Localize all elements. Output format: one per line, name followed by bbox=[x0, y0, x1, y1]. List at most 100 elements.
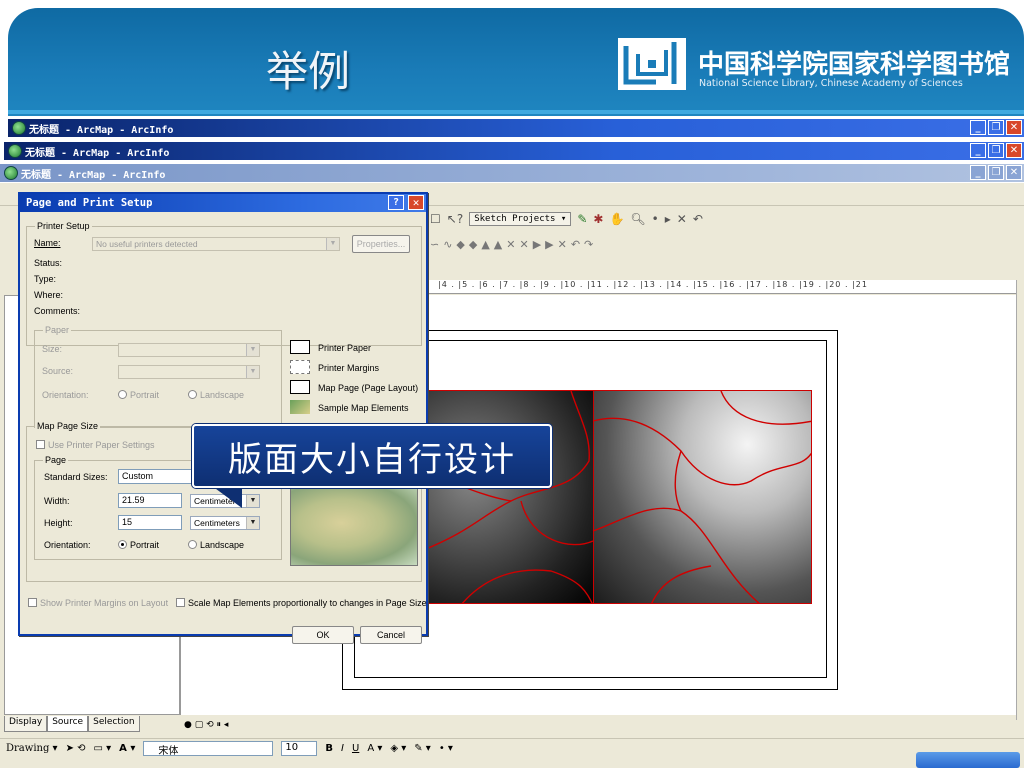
edit-sketch-icon[interactable]: ✎ bbox=[577, 212, 587, 226]
page-print-setup-dialog: Page and Print Setup ? ✕ Printer Setup N… bbox=[18, 192, 428, 644]
paper-source-select[interactable]: ▼ bbox=[118, 365, 260, 379]
restore-button[interactable]: ❐ bbox=[988, 120, 1004, 135]
line-color-icon[interactable]: ✎ ▾ bbox=[414, 743, 431, 754]
restore-button[interactable]: ❐ bbox=[988, 165, 1004, 180]
page-portrait-label: Portrait bbox=[130, 540, 160, 550]
window-titlebar-3[interactable]: 无标题 - ArcMap - ArcInfo _ ❐ ✕ bbox=[0, 164, 1024, 182]
checkbox-icon bbox=[36, 440, 45, 449]
undo-icon[interactable]: ↶ bbox=[693, 212, 703, 226]
arcmap-globe-icon bbox=[12, 121, 26, 135]
checkbox-icon bbox=[176, 598, 185, 607]
dialog-titlebar[interactable]: Page and Print Setup ? ✕ bbox=[20, 194, 426, 212]
radio-icon bbox=[188, 540, 197, 549]
sketch-tools-icon[interactable]: ∽∿◆◆▲▲✕✕▶▶✕↶↷ bbox=[430, 238, 597, 251]
paper-legend: Paper bbox=[43, 325, 72, 335]
dot-icon[interactable]: • bbox=[652, 212, 659, 226]
text-tool-icon[interactable]: A ▾ bbox=[119, 743, 135, 754]
show-margins-checkbox[interactable]: Show Printer Margins on Layout bbox=[28, 598, 168, 608]
bold-button[interactable]: B bbox=[325, 743, 333, 754]
vertical-scrollbar[interactable] bbox=[1016, 280, 1024, 720]
window-titlebar-2[interactable]: 无标题 - ArcMap - ArcInfo _ ❐ ✕ bbox=[4, 142, 1024, 160]
whats-this-icon[interactable]: ↖? bbox=[447, 212, 463, 226]
italic-button[interactable]: I bbox=[341, 743, 344, 754]
font-color-icon[interactable]: A ▾ bbox=[367, 743, 382, 754]
scale-elements-checkbox[interactable]: Scale Map Elements proportionally to cha… bbox=[176, 598, 427, 608]
select-elements-icon[interactable]: ➤ ⟲ bbox=[66, 743, 86, 754]
map-frame[interactable] bbox=[420, 390, 812, 604]
minimize-button[interactable]: _ bbox=[970, 143, 986, 158]
page-landscape-label: Landscape bbox=[200, 540, 245, 550]
printer-paper-swatch bbox=[290, 340, 310, 354]
view-switch-bar: ● ▢ ⟲ ⏸ ◂ bbox=[184, 720, 1016, 734]
height-input[interactable]: 15 bbox=[118, 515, 182, 530]
data-view-icon[interactable]: ● ▢ ⟲ ⏸ ◂ bbox=[184, 720, 228, 730]
sketch-tool-icon[interactable]: ✱ bbox=[593, 212, 603, 226]
close-button[interactable]: ✕ bbox=[1006, 165, 1022, 180]
tab-source[interactable]: Source bbox=[47, 716, 89, 732]
paper-portrait-label: Portrait bbox=[130, 390, 160, 400]
chevron-down-icon: ▼ bbox=[246, 344, 259, 356]
scale-elements-label: Scale Map Elements proportionally to cha… bbox=[188, 598, 427, 608]
printer-name-label: Name: bbox=[34, 238, 61, 248]
printer-margins-legend: Printer Margins bbox=[318, 363, 380, 373]
font-select[interactable]: 宋体 bbox=[143, 741, 274, 757]
fill-color-icon[interactable]: ◈ ▾ bbox=[390, 743, 406, 754]
minimize-button[interactable]: _ bbox=[970, 165, 986, 180]
sample-elements-legend: Sample Map Elements bbox=[318, 403, 409, 413]
sample-elements-swatch bbox=[290, 400, 310, 414]
sketch-toolbar: ∽∿◆◆▲▲✕✕▶▶✕↶↷ bbox=[430, 233, 1024, 255]
window-titlebar-1[interactable]: 无标题 - ArcMap - ArcInfo _ ❐ ✕ bbox=[8, 119, 1024, 137]
close-button[interactable]: ✕ bbox=[1006, 120, 1022, 135]
header-divider bbox=[8, 110, 1024, 114]
page-landscape-radio[interactable]: Landscape bbox=[188, 540, 244, 550]
help-button[interactable]: ? bbox=[388, 195, 404, 210]
logo-chinese-name: 中国科学院国家科学图书馆 bbox=[698, 50, 1011, 80]
tab-display[interactable]: Display bbox=[4, 716, 48, 732]
new-doc-icon[interactable]: ☐ bbox=[430, 212, 441, 226]
callout-text: 版面大小自行设计 bbox=[228, 440, 516, 480]
paper-size-select[interactable]: ▼ bbox=[118, 343, 260, 357]
arcmap-globe-icon bbox=[4, 166, 18, 180]
zoom-icon[interactable]: 🔍︎ bbox=[630, 212, 645, 226]
arrow-icon[interactable]: ▸ bbox=[665, 212, 671, 226]
properties-button[interactable]: Properties... bbox=[352, 235, 410, 253]
where-label: Where: bbox=[34, 290, 64, 300]
map-page-size-legend: Map Page Size bbox=[35, 421, 101, 431]
standard-sizes-select[interactable]: Custom bbox=[118, 469, 198, 484]
height-unit-select[interactable]: Centimeters ▼ bbox=[190, 516, 260, 530]
drawing-toolbar: Drawing ▾ ➤ ⟲ ▭ ▾ A ▾ 宋体 10 B I U A ▾ ◈ … bbox=[0, 738, 1024, 758]
page-portrait-radio[interactable]: Portrait bbox=[118, 540, 159, 550]
comments-label: Comments: bbox=[34, 306, 81, 316]
marker-color-icon[interactable]: • ▾ bbox=[439, 743, 453, 754]
library-logo: 中国科学院国家科学图书馆 National Science Library, C… bbox=[608, 26, 1024, 106]
printer-paper-legend: Printer Paper bbox=[318, 343, 372, 353]
font-size-select[interactable]: 10 bbox=[281, 741, 318, 756]
restore-button[interactable]: ❐ bbox=[988, 143, 1004, 158]
checkbox-icon bbox=[28, 598, 37, 607]
close-button[interactable]: ✕ bbox=[1006, 143, 1022, 158]
map-page-swatch bbox=[290, 380, 310, 394]
chevron-down-icon: ▼ bbox=[326, 238, 339, 250]
dialog-close-button[interactable]: ✕ bbox=[408, 195, 424, 210]
cancel-button[interactable]: Cancel bbox=[360, 626, 422, 644]
paper-portrait-radio[interactable]: Portrait bbox=[118, 390, 159, 400]
paper-landscape-radio[interactable]: Landscape bbox=[188, 390, 244, 400]
tab-selection[interactable]: Selection bbox=[88, 716, 140, 732]
minimize-button[interactable]: _ bbox=[970, 120, 986, 135]
boundary-lines bbox=[421, 391, 811, 603]
underline-button[interactable]: U bbox=[352, 743, 359, 754]
sketch-projects-dropdown[interactable]: Sketch Projects ▾ bbox=[469, 212, 572, 226]
pan-icon[interactable]: ✋ bbox=[609, 212, 624, 226]
use-printer-settings-checkbox[interactable]: Use Printer Paper Settings bbox=[36, 440, 155, 450]
delete-icon[interactable]: ✕ bbox=[677, 212, 687, 226]
rectangle-icon[interactable]: ▭ ▾ bbox=[94, 743, 112, 754]
ok-button[interactable]: OK bbox=[292, 626, 354, 644]
printer-name-select[interactable]: No useful printers detected ▼ bbox=[92, 237, 340, 251]
arcmap-globe-icon bbox=[8, 144, 22, 158]
slide-header: 举例 中国科学院国家科学图书馆 National Science Library… bbox=[8, 8, 1024, 116]
width-input[interactable]: 21.59 bbox=[118, 493, 182, 508]
language-bar[interactable] bbox=[916, 752, 1020, 768]
standard-sizes-label: Standard Sizes: bbox=[44, 472, 108, 482]
window-title-2: 无标题 - ArcMap - ArcInfo bbox=[25, 147, 170, 159]
drawing-menu[interactable]: Drawing ▾ bbox=[6, 743, 58, 754]
